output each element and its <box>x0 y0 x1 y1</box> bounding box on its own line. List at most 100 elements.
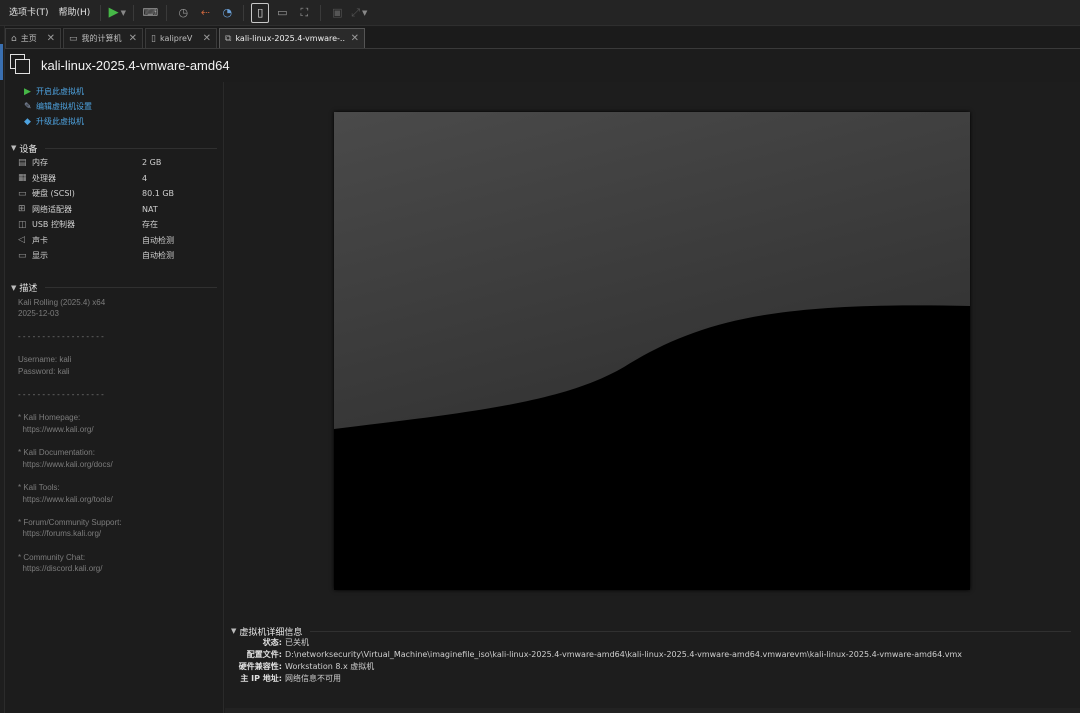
page-title: kali-linux-2025.4-vmware-amd64 <box>41 57 230 73</box>
toolbar-separator <box>320 4 322 21</box>
document-icon: ▯ <box>151 33 156 44</box>
tab-my-computer[interactable]: ▭ 我的计算机 ✕ <box>63 28 143 48</box>
play-icon: ▶ <box>108 5 119 20</box>
tab-label: kalipreV <box>159 34 193 43</box>
close-icon[interactable]: ✕ <box>129 33 137 44</box>
sidebar-layout-icon: ▯ <box>257 6 264 19</box>
keyboard-icon: ⌨ <box>142 6 159 19</box>
tab-label: 主页 <box>20 34 37 43</box>
detail-label: 硬件兼容性: <box>238 662 282 671</box>
detail-value: Workstation 8.x 虚拟机 <box>285 662 375 671</box>
detail-label: 状态: <box>262 638 282 647</box>
section-title: 描述 <box>19 284 38 294</box>
tab-kaliprev[interactable]: ▯ kalipreV ✕ <box>145 28 217 48</box>
chevron-down-icon[interactable]: ▼ <box>362 9 367 17</box>
panel-layout-icon: ▭ <box>277 6 288 19</box>
full-screen-button[interactable]: ⛶ <box>295 3 313 23</box>
toolbar-separator <box>243 4 245 21</box>
vm-header: kali-linux-2025.4-vmware-amd64 <box>5 50 1080 80</box>
detail-primary-ip: 主 IP 地址: 网络信息不可用 <box>231 673 1071 685</box>
device-name: 显示 <box>32 251 48 261</box>
section-title: 虚拟机详细信息 <box>239 627 303 638</box>
speaker-icon: ◁ <box>18 235 25 246</box>
edit-settings-icon: ✎ <box>24 101 32 112</box>
close-icon[interactable]: ✕ <box>351 33 359 44</box>
device-name: 声卡 <box>32 235 48 245</box>
library-view-button[interactable]: ▯ <box>251 2 270 23</box>
chevron-down-icon[interactable]: ▼ <box>121 9 126 17</box>
vm-description[interactable]: Kali Rolling (2025.4) x64 2025-12-03 - -… <box>6 297 223 575</box>
device-usb-controller[interactable]: ◫ USB 控制器 存在 <box>6 217 223 233</box>
menu-toolbar: 选项卡(T) 帮助(H) ▶ ▼ ⌨ ◷ ⇠ ◔ ▯ ▭ ⛶ ▣ ⤢ ▼ <box>0 0 1080 26</box>
vm-screen-preview[interactable] <box>334 112 970 590</box>
revert-snapshot-button[interactable]: ⇠ <box>196 3 214 23</box>
stretch-guest-button[interactable]: ⤢ ▼ <box>350 3 368 23</box>
device-value: 2 GB <box>142 158 162 168</box>
tab-label: 我的计算机 <box>81 34 122 43</box>
snapshot-manager-button[interactable]: ◔ <box>218 3 236 23</box>
send-keys-button[interactable]: ⌨ <box>141 3 159 23</box>
close-icon[interactable]: ✕ <box>203 33 211 44</box>
revert-icon: ⇠ <box>200 6 210 19</box>
power-on-vm-link[interactable]: ▶ 开启此虚拟机 <box>6 84 223 99</box>
device-value: 4 <box>142 173 148 183</box>
device-value: 80.1 GB <box>142 189 175 199</box>
vm-preview-graphic <box>334 112 970 590</box>
device-name: 处理器 <box>32 173 56 183</box>
caret-down-icon: ▼ <box>11 283 17 292</box>
device-name: USB 控制器 <box>32 220 75 230</box>
strip-marker <box>0 44 3 80</box>
main-area: ▼ 虚拟机详细信息 状态: 已关机 配置文件: D:\networksecuri… <box>225 82 1080 713</box>
device-network-adapter[interactable]: ⊞ 网络适配器 NAT <box>6 202 223 218</box>
section-title: 设备 <box>19 144 38 155</box>
device-display[interactable]: ▭ 显示 自动检测 <box>6 248 223 264</box>
console-icon: ▣ <box>332 6 343 19</box>
device-processor[interactable]: ▦ 处理器 4 <box>6 171 223 187</box>
device-name: 内存 <box>32 158 48 168</box>
device-name: 硬盘 (SCSI) <box>32 189 75 199</box>
action-label: 编辑虚拟机设置 <box>36 102 92 111</box>
status-bar <box>225 708 1080 713</box>
description-section-toggle[interactable]: ▼ 描述 <box>6 281 223 295</box>
devices-section-toggle[interactable]: ▼ 设备 <box>6 141 223 155</box>
detail-value: D:\networksecurity\Virtual_Machine\imagi… <box>285 650 962 659</box>
detail-status: 状态: 已关机 <box>231 637 1071 649</box>
snapshot-button[interactable]: ◷ <box>174 3 192 23</box>
home-icon: ⌂ <box>11 33 17 44</box>
divider <box>45 287 217 288</box>
thumbnail-bar-button[interactable]: ▭ <box>273 3 291 23</box>
vm-summary-panel: ▶ 开启此虚拟机 ✎ 编辑虚拟机设置 ◆ 升级此虚拟机 ▼ 设备 ▤ 内存 2 … <box>6 82 224 713</box>
detail-config-file: 配置文件: D:\networksecurity\Virtual_Machine… <box>231 649 1071 661</box>
edit-vm-settings-link[interactable]: ✎ 编辑虚拟机设置 <box>6 99 223 114</box>
device-value: NAT <box>142 204 158 214</box>
details-section-toggle[interactable]: ▼ 虚拟机详细信息 <box>231 625 1071 638</box>
vm-details: ▼ 虚拟机详细信息 状态: 已关机 配置文件: D:\networksecuri… <box>231 625 1071 685</box>
tab-home[interactable]: ⌂ 主页 ✕ <box>5 28 61 48</box>
toolbar-separator <box>166 4 168 21</box>
detail-hardware-compatibility: 硬件兼容性: Workstation 8.x 虚拟机 <box>231 661 1071 673</box>
menu-tabs[interactable]: 选项卡(T) <box>0 0 54 26</box>
close-icon[interactable]: ✕ <box>47 33 55 44</box>
tab-bar: ⌂ 主页 ✕ ▭ 我的计算机 ✕ ▯ kalipreV ✕ ⧉ kali-lin… <box>5 27 1080 49</box>
toolbar-separator <box>100 4 102 21</box>
toolbar-separator <box>133 4 135 21</box>
upgrade-vm-link[interactable]: ◆ 升级此虚拟机 <box>6 114 223 129</box>
detail-value: 网络信息不可用 <box>285 674 341 683</box>
display-icon: ▭ <box>18 250 27 261</box>
upgrade-icon: ◆ <box>24 116 31 127</box>
device-value: 自动检测 <box>142 235 174 245</box>
stretch-icon: ⤢ <box>351 5 361 19</box>
snapshot-manager-icon: ◔ <box>222 6 233 19</box>
vm-icon: ⧉ <box>225 33 232 44</box>
detail-value: 已关机 <box>285 638 309 647</box>
menu-help[interactable]: 帮助(H) <box>54 0 96 26</box>
usb-icon: ◫ <box>18 219 27 230</box>
tab-label: kali-linux-2025.4-vmware-... <box>235 34 345 43</box>
console-view-button[interactable]: ▣ <box>328 3 346 23</box>
device-sound-card[interactable]: ◁ 声卡 自动检测 <box>6 233 223 249</box>
device-harddisk[interactable]: ▭ 硬盘 (SCSI) 80.1 GB <box>6 186 223 202</box>
power-on-button[interactable]: ▶ ▼ <box>108 3 126 23</box>
harddisk-icon: ▭ <box>18 188 27 199</box>
tab-kali-linux[interactable]: ⧉ kali-linux-2025.4-vmware-... ✕ <box>219 28 365 48</box>
device-memory[interactable]: ▤ 内存 2 GB <box>6 155 223 171</box>
